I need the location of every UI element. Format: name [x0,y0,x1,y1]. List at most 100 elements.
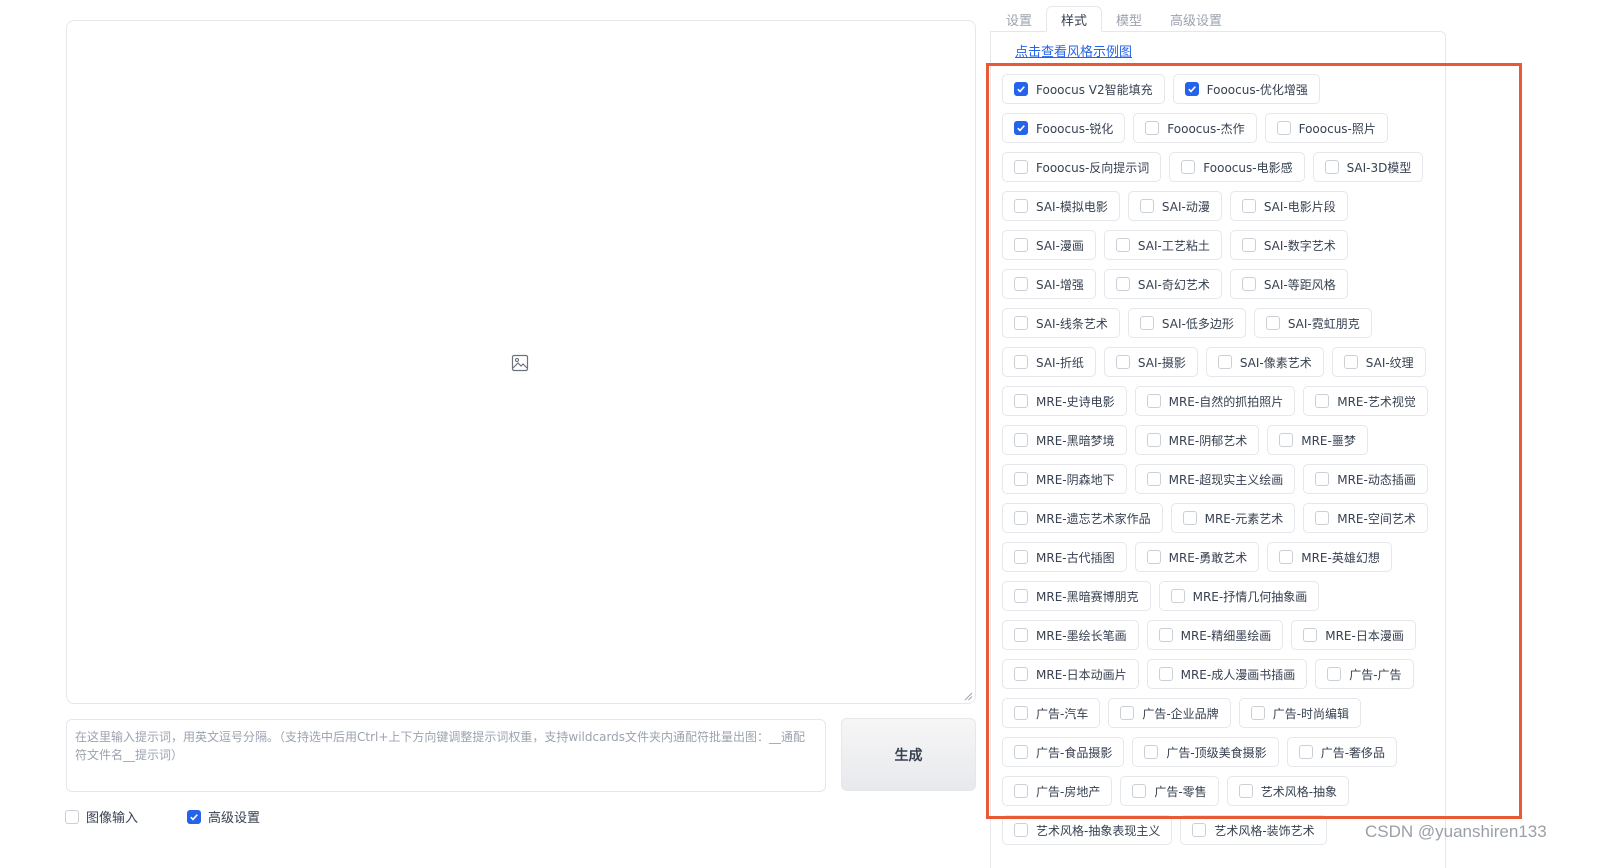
style-checkbox[interactable] [1276,121,1291,135]
style-option[interactable]: MRE-日本动画片 [1002,659,1139,689]
style-option[interactable]: MRE-勇敢艺术 [1134,542,1260,572]
tab-advanced[interactable]: 高级设置 [1156,6,1236,32]
style-checkbox[interactable] [1184,82,1199,96]
style-checkbox[interactable] [1315,394,1330,408]
style-checkbox[interactable] [1146,550,1161,564]
prompt-input[interactable]: 在这里输入提示词，用英文逗号分隔。（支持选中后用Ctrl+上下方向键调整提示词权… [66,719,826,792]
style-option[interactable]: SAI-线条艺术 [1002,308,1120,338]
style-checkbox[interactable] [1139,316,1154,330]
style-option[interactable]: 广告-零售 [1120,776,1219,806]
style-option[interactable]: 艺术风格-抽象 [1226,776,1350,806]
style-checkbox[interactable] [1014,784,1028,798]
style-checkbox[interactable] [1241,199,1256,213]
style-option[interactable]: MRE-英雄幻想 [1267,542,1392,572]
style-option[interactable]: Fooocus V2智能填充 [1002,74,1165,104]
style-option[interactable]: MRE-动态插画 [1303,464,1428,494]
style-option[interactable]: SAI-工艺粘土 [1103,230,1222,260]
style-checkbox[interactable] [1158,628,1173,642]
style-checkbox[interactable] [1139,199,1154,213]
style-checkbox[interactable] [1014,160,1028,174]
style-option[interactable]: MRE-艺术视觉 [1303,386,1428,416]
style-checkbox[interactable] [1014,355,1028,369]
style-option[interactable]: MRE-阴郁艺术 [1134,425,1260,455]
style-option[interactable]: Fooocus-电影感 [1169,152,1305,182]
style-option[interactable]: MRE-空间艺术 [1303,503,1428,533]
style-checkbox[interactable] [1181,160,1196,174]
style-option[interactable]: SAI-数字艺术 [1229,230,1348,260]
style-option[interactable]: MRE-元素艺术 [1170,503,1296,533]
style-option[interactable]: 广告-广告 [1315,659,1414,689]
style-checkbox[interactable] [1014,316,1028,330]
advanced-settings-checkbox[interactable] [187,809,201,824]
style-checkbox[interactable] [1014,628,1028,642]
tab-styles[interactable]: 样式 [1046,6,1103,32]
style-option[interactable]: MRE-阴森地下 [1002,464,1127,494]
image-input-checkbox[interactable] [65,809,79,824]
style-option[interactable]: SAI-动漫 [1127,191,1222,221]
style-checkbox[interactable] [1014,433,1028,447]
style-option[interactable]: MRE-黑暗赛博朋克 [1002,581,1151,611]
style-option[interactable]: MRE-超现实主义绘画 [1134,464,1296,494]
style-option[interactable]: SAI-折纸 [1002,347,1096,377]
style-option[interactable]: MRE-史诗电影 [1002,386,1127,416]
style-option[interactable]: MRE-遗忘艺术家作品 [1002,503,1163,533]
style-option[interactable]: Fooocus-优化增强 [1172,74,1320,104]
style-checkbox[interactable] [1146,433,1161,447]
style-checkbox[interactable] [1146,394,1161,408]
style-checkbox[interactable] [1014,706,1028,720]
style-checkbox[interactable] [1014,745,1028,759]
style-option[interactable]: 艺术风格-装饰艺术 [1180,815,1327,845]
style-option[interactable]: 广告-时尚编辑 [1238,698,1362,728]
style-option[interactable]: MRE-墨绘长笔画 [1002,620,1139,650]
style-option[interactable]: SAI-电影片段 [1229,191,1348,221]
style-option[interactable]: MRE-日本漫画 [1291,620,1416,650]
style-option[interactable]: SAI-模拟电影 [1002,191,1120,221]
style-checkbox[interactable] [1250,706,1265,720]
style-examples-link[interactable]: 点击查看风格示例图 [1015,41,1132,60]
style-checkbox[interactable] [1279,433,1294,447]
style-checkbox[interactable] [1238,784,1253,798]
style-checkbox[interactable] [1315,511,1330,525]
style-option[interactable]: 广告-食品摄影 [1002,737,1125,767]
style-checkbox[interactable] [1014,589,1028,603]
tab-models[interactable]: 模型 [1102,6,1156,32]
style-option[interactable]: Fooocus-反向提示词 [1002,152,1162,182]
style-option[interactable]: SAI-等距风格 [1229,269,1348,299]
style-checkbox[interactable] [1241,238,1256,252]
style-option[interactable]: MRE-古代插图 [1002,542,1127,572]
style-checkbox[interactable] [1120,706,1135,720]
style-checkbox[interactable] [1343,355,1358,369]
style-checkbox[interactable] [1327,667,1342,681]
style-checkbox[interactable] [1303,628,1318,642]
style-option[interactable]: 广告-顶级美食摄影 [1132,737,1279,767]
style-option[interactable]: SAI-霓虹朋克 [1253,308,1372,338]
style-option[interactable]: 广告-汽车 [1002,698,1101,728]
style-option[interactable]: 广告-企业品牌 [1108,698,1231,728]
style-checkbox[interactable] [1014,472,1028,486]
style-checkbox[interactable] [1014,199,1028,213]
style-checkbox[interactable] [1298,745,1313,759]
style-option[interactable]: SAI-摄影 [1103,347,1198,377]
style-checkbox[interactable] [1170,589,1185,603]
style-option[interactable]: SAI-漫画 [1002,230,1096,260]
style-checkbox[interactable] [1132,784,1147,798]
style-checkbox[interactable] [1145,121,1160,135]
style-checkbox[interactable] [1014,121,1028,135]
style-option[interactable]: MRE-黑暗梦境 [1002,425,1127,455]
style-checkbox[interactable] [1144,745,1159,759]
style-option[interactable]: MRE-精细墨绘画 [1146,620,1284,650]
style-checkbox[interactable] [1014,550,1028,564]
style-checkbox[interactable] [1241,277,1256,291]
style-checkbox[interactable] [1158,667,1173,681]
style-option[interactable]: SAI-3D模型 [1312,152,1424,182]
style-checkbox[interactable] [1217,355,1232,369]
advanced-settings-toggle[interactable]: 高级设置 [187,807,260,826]
style-checkbox[interactable] [1014,277,1028,291]
style-checkbox[interactable] [1182,511,1197,525]
style-checkbox[interactable] [1014,823,1028,837]
style-checkbox[interactable] [1324,160,1339,174]
style-checkbox[interactable] [1115,238,1130,252]
style-checkbox[interactable] [1146,472,1161,486]
tab-settings[interactable]: 设置 [992,6,1046,32]
style-option[interactable]: MRE-成人漫画书插画 [1146,659,1308,689]
